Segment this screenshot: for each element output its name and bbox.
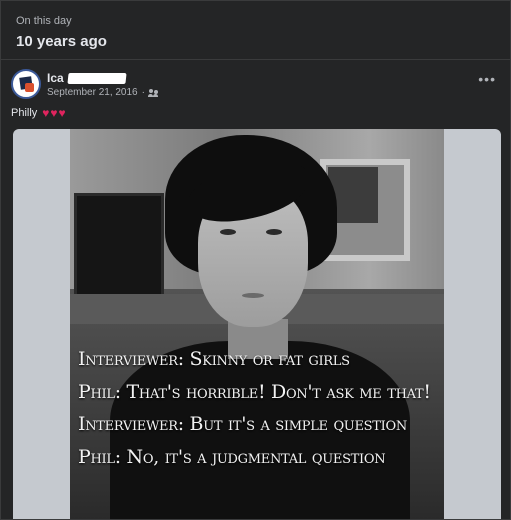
heart-emoji-icon: ♥♥♥ — [42, 106, 67, 120]
more-options-button[interactable]: ••• — [478, 72, 496, 86]
friends-icon — [147, 88, 159, 97]
meme-line: Phil: No, it's a judgmental question — [78, 445, 386, 468]
meme-line: Phil: That's horrible! Don't ask me that… — [78, 380, 431, 403]
memory-header: On this day 10 years ago — [16, 15, 107, 50]
photo: Interviewer: Skinny or fat girls Phil: T… — [70, 129, 444, 519]
post-image[interactable]: Interviewer: Skinny or fat girls Phil: T… — [13, 129, 501, 519]
post-meta: September 21, 2016 · — [47, 87, 159, 98]
redaction-mark — [67, 72, 127, 84]
meme-line: Interviewer: Skinny or fat girls — [78, 348, 350, 370]
post-date[interactable]: September 21, 2016 — [47, 87, 138, 98]
caption-text: Philly — [11, 107, 38, 119]
memory-card: On this day 10 years ago Ica September 2… — [0, 0, 511, 520]
avatar-accent — [25, 83, 34, 92]
divider — [1, 59, 510, 60]
avatar[interactable] — [11, 69, 41, 99]
memory-subtitle: On this day — [16, 15, 72, 27]
meme-line: Interviewer: But it's a simple question — [78, 413, 407, 435]
memory-title: 10 years ago — [16, 33, 107, 50]
post-caption: Philly ♥♥♥ — [11, 106, 67, 120]
meme-text: Interviewer: Skinny or fat girls Phil: T… — [78, 343, 440, 473]
author-row: Ica — [47, 71, 127, 85]
author-name[interactable]: Ica — [47, 71, 64, 85]
